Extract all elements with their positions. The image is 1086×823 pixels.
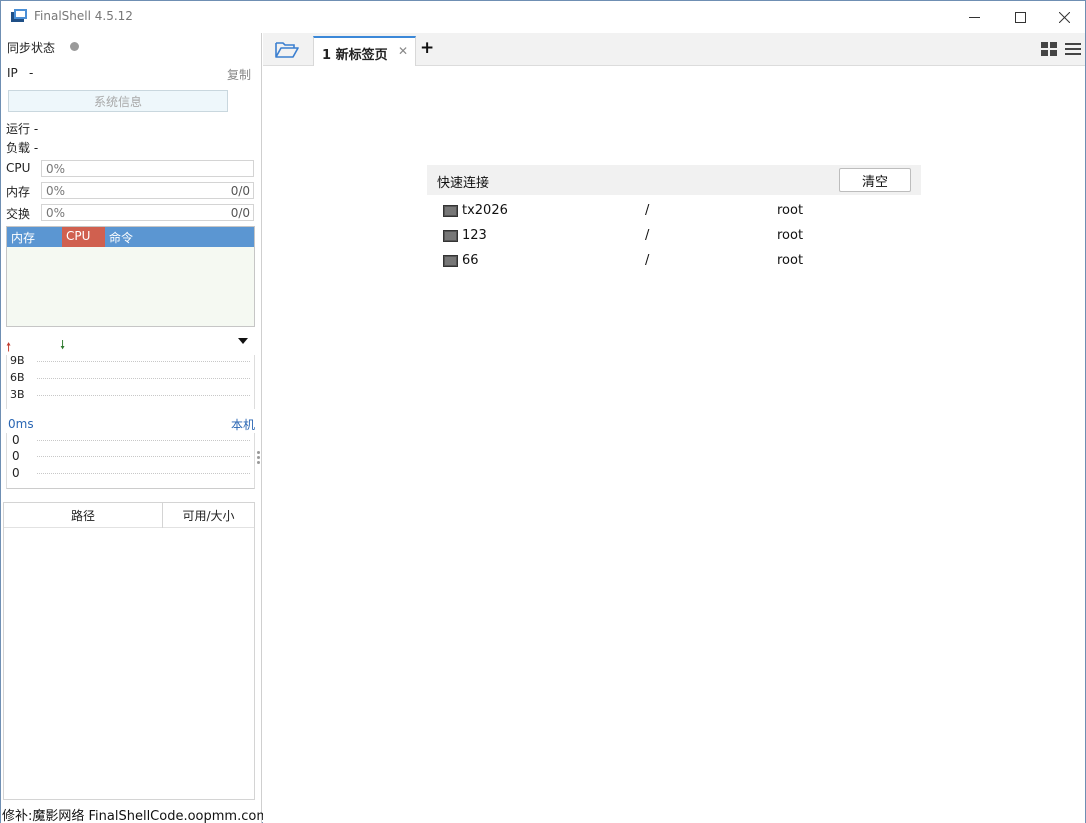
latency-host-label[interactable]: 本机 <box>231 416 255 433</box>
latency-tick: 0 <box>12 433 20 447</box>
latency-tick: 0 <box>12 449 20 463</box>
connection-user: root <box>777 253 804 268</box>
app-logo-icon <box>11 9 27 22</box>
latency-gridline <box>37 440 250 441</box>
disk-table-header: 路径 可用/大小 <box>4 503 254 528</box>
terminal-icon <box>443 205 458 217</box>
network-interface-dropdown-icon[interactable] <box>238 338 248 344</box>
process-column-memory[interactable]: 内存 <box>11 229 35 246</box>
load-line: 负载 - <box>6 141 39 155</box>
swap-meter-percent: 0% <box>46 206 66 220</box>
sync-status-indicator <box>70 42 79 51</box>
sync-status-label: 同步状态 <box>7 41 56 55</box>
network-gridline <box>37 378 250 379</box>
latency-panel: 0ms 本机 0 0 0 <box>6 415 255 489</box>
process-table-header: 内存 CPU 命令 <box>7 227 254 247</box>
tab-new[interactable]: 1 新标签页 ✕ <box>313 36 416 66</box>
swap-meter-label: 交换 <box>6 207 31 221</box>
tab-bar: 1 新标签页 ✕ + <box>263 33 1085 66</box>
window-title: FinalShell 4.5.12 <box>34 9 133 23</box>
network-tick: 6B <box>10 371 25 384</box>
connection-name: 66 <box>462 253 479 268</box>
connection-name: 123 <box>462 228 487 243</box>
uptime-line: 运行 - <box>6 122 39 136</box>
connection-path: / <box>645 253 650 268</box>
memory-meter-label: 内存 <box>6 185 31 199</box>
close-icon <box>1058 11 1070 23</box>
app-window: FinalShell 4.5.12 同步状态 IP - 复制 系统信息 运行 -… <box>0 0 1086 823</box>
network-tick: 9B <box>10 354 25 367</box>
latency-tick: 0 <box>12 466 20 480</box>
clear-button[interactable]: 清空 <box>839 168 911 192</box>
connection-path: / <box>645 228 650 243</box>
quick-connect-header: 快速连接 清空 <box>427 165 921 195</box>
disk-column-size[interactable]: 可用/大小 <box>163 503 254 528</box>
cpu-meter-label: CPU <box>6 161 31 175</box>
network-tick: 3B <box>10 388 25 401</box>
download-arrow-icon: 🠗 <box>60 338 66 352</box>
disk-column-path[interactable]: 路径 <box>4 503 163 528</box>
latency-gridline <box>37 473 250 474</box>
memory-meter: 0% 0/0 <box>41 182 254 199</box>
minimize-button[interactable] <box>951 1 997 33</box>
tab-label: 1 新标签页 <box>322 48 388 63</box>
add-tab-icon[interactable]: + <box>420 38 434 58</box>
connection-user: root <box>777 203 804 218</box>
latency-ms-label: 0ms <box>8 417 34 431</box>
copy-ip-button[interactable]: 复制 <box>227 66 251 83</box>
latency-gridline <box>37 456 250 457</box>
network-chart: 9B 6B 3B <box>6 354 255 409</box>
network-panel: 🠕 🠗 9B 6B 3B <box>6 333 255 409</box>
maximize-button[interactable] <box>997 1 1043 33</box>
cpu-meter: 0% <box>41 160 254 177</box>
folder-open-icon[interactable] <box>275 40 299 60</box>
connection-path: / <box>645 203 650 218</box>
sidebar-resize-handle[interactable] <box>257 451 260 465</box>
swap-meter-value: 0/0 <box>230 206 250 220</box>
monitor-sidebar: 同步状态 IP - 复制 系统信息 运行 - 负载 - CPU 0% 内存 0%… <box>1 33 269 823</box>
tab-close-icon[interactable]: ✕ <box>398 44 408 58</box>
minimize-icon <box>968 16 980 18</box>
close-button[interactable] <box>1041 1 1086 33</box>
memory-meter-value: 0/0 <box>230 184 250 198</box>
connection-user: root <box>777 228 804 243</box>
disk-table[interactable]: 路径 可用/大小 <box>3 502 255 800</box>
swap-meter: 0% 0/0 <box>41 204 254 221</box>
title-bar[interactable]: FinalShell 4.5.12 <box>1 1 1085 33</box>
terminal-icon <box>443 255 458 267</box>
cpu-meter-percent: 0% <box>46 162 66 176</box>
connection-row[interactable]: 123 / root <box>441 226 921 248</box>
memory-meter-percent: 0% <box>46 184 66 198</box>
footer-credit: 修补:魔影网络 FinalShellCode.oopmm.com <box>2 809 269 823</box>
menu-icon[interactable] <box>1065 42 1081 56</box>
connection-row[interactable]: 66 / root <box>441 251 921 273</box>
process-column-cpu[interactable]: CPU <box>66 229 90 243</box>
connection-row[interactable]: tx2026 / root <box>441 201 921 223</box>
main-area: 1 新标签页 ✕ + 快速连接 清空 tx2026 / root 123 / r… <box>263 33 1085 823</box>
network-gridline <box>37 361 250 362</box>
network-gridline <box>37 395 250 396</box>
layout-grid-icon[interactable] <box>1041 42 1057 56</box>
maximize-icon <box>1014 11 1026 23</box>
process-column-command[interactable]: 命令 <box>109 229 133 246</box>
system-info-button[interactable]: 系统信息 <box>8 90 228 112</box>
process-table[interactable]: 内存 CPU 命令 <box>6 226 255 327</box>
connection-name: tx2026 <box>462 203 508 218</box>
latency-chart: 0 0 0 <box>6 433 255 489</box>
terminal-icon <box>443 230 458 242</box>
ip-value: - <box>29 66 34 80</box>
ip-label: IP <box>7 66 18 80</box>
quick-connect-title: 快速连接 <box>437 176 490 191</box>
